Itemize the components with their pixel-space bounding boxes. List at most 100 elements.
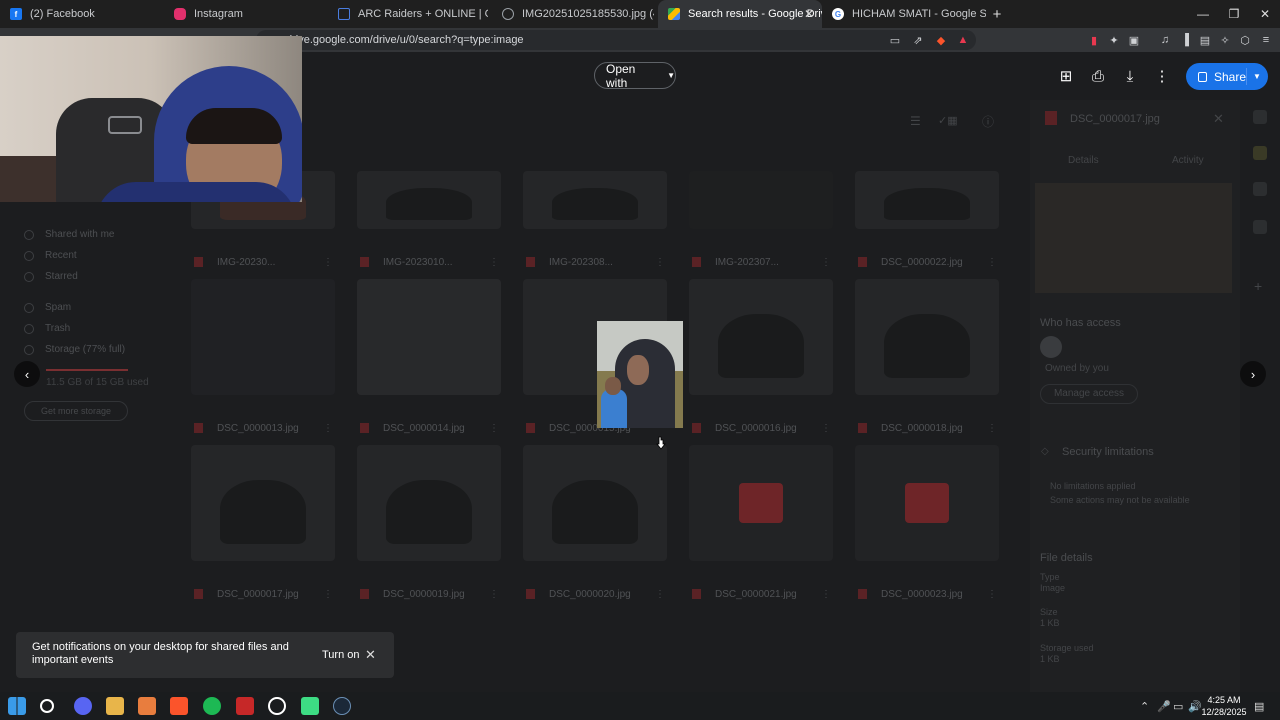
turn-on-button[interactable]: Turn on bbox=[322, 649, 360, 661]
steam-icon[interactable] bbox=[333, 697, 351, 715]
cast-icon[interactable]: ▭ bbox=[888, 33, 902, 47]
taskbar-clock[interactable]: 4:25 AM 12/28/2025 bbox=[1198, 694, 1250, 718]
file-thumbnail[interactable] bbox=[357, 279, 501, 395]
file-thumbnail[interactable] bbox=[357, 171, 501, 229]
more-options-icon[interactable]: ⋮ bbox=[323, 257, 333, 268]
brave-shield-icon[interactable]: ◆ bbox=[934, 33, 948, 47]
contacts-icon[interactable] bbox=[1253, 220, 1267, 234]
share-page-icon[interactable]: ⇗ bbox=[911, 33, 925, 47]
vpn-icon[interactable]: ⬡ bbox=[1238, 33, 1252, 47]
manage-access-button[interactable]: Manage access bbox=[1040, 384, 1138, 404]
file-thumbnail[interactable] bbox=[855, 279, 999, 395]
sidebar-item-spam[interactable]: Spam bbox=[24, 297, 164, 318]
tab-activity[interactable]: Activity bbox=[1172, 155, 1204, 166]
tab-instagram[interactable]: Instagram bbox=[164, 0, 324, 28]
network-icon[interactable]: ▭ bbox=[1173, 700, 1183, 713]
file-thumbnail[interactable] bbox=[855, 171, 999, 229]
print-button[interactable]: ⎙ bbox=[1086, 64, 1110, 88]
ai-assistant-icon[interactable]: ✧ bbox=[1218, 33, 1232, 47]
calendar-icon[interactable] bbox=[1253, 110, 1267, 124]
notification-center-icon[interactable]: ▤ bbox=[1254, 700, 1264, 713]
file-name[interactable]: DSC_0000014.jpg bbox=[360, 423, 465, 434]
file-name[interactable]: DSC_0000021.jpg bbox=[692, 589, 797, 600]
more-options-icon[interactable]: ⋮ bbox=[821, 257, 831, 268]
next-image-button[interactable]: › bbox=[1240, 361, 1266, 387]
add-shortcut-button[interactable]: ⊞ bbox=[1054, 64, 1078, 88]
file-name[interactable]: DSC_0000017.jpg bbox=[194, 589, 299, 600]
file-thumbnail[interactable] bbox=[191, 279, 335, 395]
download-button[interactable]: ⤓ bbox=[1118, 64, 1142, 88]
file-name[interactable]: IMG-20230... bbox=[194, 257, 275, 268]
file-thumbnail[interactable] bbox=[689, 279, 833, 395]
close-window-button[interactable]: ✕ bbox=[1249, 0, 1280, 28]
media-icon[interactable]: ♫ bbox=[1158, 33, 1172, 47]
file-thumbnail[interactable] bbox=[689, 445, 833, 561]
file-explorer-icon[interactable] bbox=[106, 697, 124, 715]
more-options-icon[interactable]: ⋮ bbox=[821, 589, 831, 600]
previous-image-button[interactable]: ‹ bbox=[14, 361, 40, 387]
share-button[interactable]: Share ▼ bbox=[1186, 63, 1268, 90]
chevron-down-icon[interactable]: ▼ bbox=[1253, 72, 1261, 81]
file-name[interactable]: DSC_0000013.jpg bbox=[194, 423, 299, 434]
more-actions-button[interactable]: ⋮ bbox=[1150, 64, 1174, 88]
sidebar-item-starred[interactable]: Starred bbox=[24, 266, 164, 287]
file-thumbnail[interactable] bbox=[523, 445, 667, 561]
sidebar-item-recent[interactable]: Recent bbox=[24, 245, 164, 266]
file-thumbnail[interactable] bbox=[689, 171, 833, 229]
file-thumbnail[interactable] bbox=[357, 445, 501, 561]
tab-facebook[interactable]: f (2) Facebook bbox=[0, 0, 160, 28]
file-thumbnail[interactable] bbox=[855, 445, 999, 561]
more-options-icon[interactable]: ⋮ bbox=[489, 257, 499, 268]
file-name[interactable]: IMG-202308... bbox=[526, 257, 613, 268]
file-name[interactable]: DSC_0000020.jpg bbox=[526, 589, 631, 600]
sidebar-toggle-icon[interactable]: ▐ bbox=[1178, 33, 1192, 47]
extension-red-icon[interactable]: ▮ bbox=[1087, 33, 1101, 47]
tab-image[interactable]: IMG20251025185530.jpg (4928×6566) bbox=[492, 0, 654, 28]
tab-arc-raiders[interactable]: ARC Raiders + ONLINE | GLOBAL | AI bbox=[328, 0, 488, 28]
keep-icon[interactable] bbox=[1253, 146, 1267, 160]
grid-view-icon[interactable]: ✓▦ bbox=[938, 114, 958, 127]
open-with-button[interactable]: Open with ▼ bbox=[594, 62, 676, 90]
search-icon[interactable] bbox=[40, 699, 54, 713]
extensions-icon[interactable]: ✦ bbox=[1107, 33, 1121, 47]
more-options-icon[interactable]: ⋮ bbox=[655, 589, 665, 600]
more-options-icon[interactable]: ⋮ bbox=[489, 423, 499, 434]
tab-details[interactable]: Details bbox=[1068, 155, 1099, 166]
tray-overflow-icon[interactable]: ⌃ bbox=[1140, 700, 1149, 713]
file-thumbnail[interactable] bbox=[523, 171, 667, 229]
minimize-button[interactable]: — bbox=[1187, 0, 1219, 28]
wallet-icon[interactable]: ▤ bbox=[1198, 33, 1212, 47]
file-thumbnail[interactable] bbox=[191, 445, 335, 561]
file-name[interactable]: DSC_0000022.jpg bbox=[858, 257, 963, 268]
sidebar-item-trash[interactable]: Trash bbox=[24, 318, 164, 339]
restore-button[interactable]: ❐ bbox=[1218, 0, 1250, 28]
list-view-icon[interactable]: ☰ bbox=[910, 114, 921, 128]
menu-icon[interactable]: ≡ bbox=[1259, 33, 1273, 47]
more-options-icon[interactable]: ⋮ bbox=[987, 257, 997, 268]
spotify-icon[interactable] bbox=[203, 697, 221, 715]
add-addon-icon[interactable]: + bbox=[1254, 278, 1262, 294]
more-options-icon[interactable]: ⋮ bbox=[655, 257, 665, 268]
file-name[interactable]: DSC_0000019.jpg bbox=[360, 589, 465, 600]
screenshot-icon[interactable]: ▣ bbox=[1127, 33, 1141, 47]
more-options-icon[interactable]: ⋮ bbox=[987, 589, 997, 600]
close-toast-icon[interactable]: ✕ bbox=[365, 647, 376, 663]
file-name[interactable]: DSC_0000016.jpg bbox=[692, 423, 797, 434]
discord-icon[interactable] bbox=[74, 697, 92, 715]
microphone-icon[interactable]: 🎤 bbox=[1157, 700, 1171, 713]
play-store-icon[interactable] bbox=[301, 697, 319, 715]
sidebar-item-shared[interactable]: Shared with me bbox=[24, 224, 164, 245]
file-name[interactable]: IMG-2023010... bbox=[360, 257, 452, 268]
brave-browser-icon[interactable] bbox=[170, 697, 188, 715]
tab-google-drive[interactable]: Search results - Google Drive ✕ bbox=[658, 0, 822, 28]
close-details-icon[interactable]: ✕ bbox=[1213, 111, 1224, 127]
more-options-icon[interactable]: ⋮ bbox=[821, 423, 831, 434]
brave-rewards-icon[interactable]: ▲ bbox=[956, 33, 970, 47]
windows-start-icon[interactable] bbox=[8, 697, 26, 715]
app-icon[interactable] bbox=[138, 697, 156, 715]
new-tab-button[interactable]: + bbox=[981, 0, 1013, 28]
obs-icon[interactable] bbox=[268, 697, 286, 715]
image-preview[interactable] bbox=[597, 321, 683, 428]
more-options-icon[interactable]: ⋮ bbox=[489, 589, 499, 600]
get-more-storage-button[interactable]: Get more storage bbox=[24, 401, 128, 421]
